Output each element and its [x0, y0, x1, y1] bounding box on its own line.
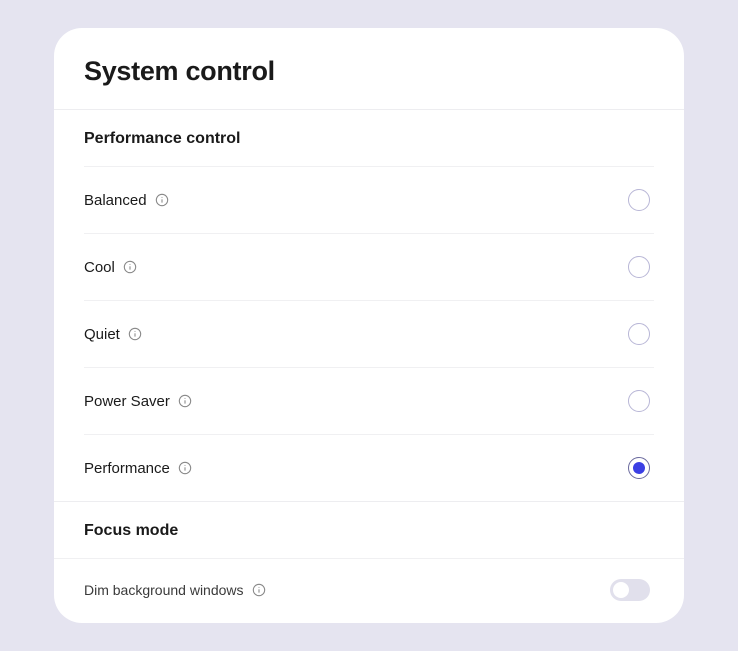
info-icon[interactable] [178, 461, 193, 476]
option-performance[interactable]: Performance [84, 434, 654, 501]
option-label: Quiet [84, 326, 120, 343]
option-power-saver[interactable]: Power Saver [84, 367, 654, 434]
radio-cool[interactable] [628, 256, 650, 278]
info-icon[interactable] [155, 193, 170, 208]
option-quiet[interactable]: Quiet [84, 300, 654, 367]
radio-balanced[interactable] [628, 189, 650, 211]
panel-header: System control [54, 28, 684, 110]
performance-section-title: Performance control [84, 130, 654, 148]
info-icon[interactable] [252, 583, 267, 598]
dim-background-row: Dim background windows [54, 558, 684, 623]
toggle-knob [613, 582, 629, 598]
option-left: Cool [84, 259, 138, 276]
option-left: Quiet [84, 326, 143, 343]
option-balanced[interactable]: Balanced [84, 166, 654, 233]
dim-background-label: Dim background windows [84, 582, 244, 598]
info-icon[interactable] [123, 260, 138, 275]
info-icon[interactable] [128, 327, 143, 342]
system-control-panel: System control Performance control Balan… [54, 28, 684, 623]
radio-performance[interactable] [628, 457, 650, 479]
panel-title: System control [84, 56, 654, 87]
performance-section-header: Performance control [54, 110, 684, 166]
dim-background-toggle[interactable] [610, 579, 650, 601]
option-label: Performance [84, 460, 170, 477]
radio-power-saver[interactable] [628, 390, 650, 412]
option-label: Power Saver [84, 393, 170, 410]
option-label: Cool [84, 259, 115, 276]
focus-section-header: Focus mode [54, 502, 684, 558]
info-icon[interactable] [178, 394, 193, 409]
option-left: Power Saver [84, 393, 193, 410]
radio-quiet[interactable] [628, 323, 650, 345]
toggle-left: Dim background windows [84, 582, 267, 598]
focus-section-title: Focus mode [84, 522, 654, 540]
option-cool[interactable]: Cool [84, 233, 654, 300]
performance-options: Balanced Cool Quiet [54, 166, 684, 501]
option-label: Balanced [84, 192, 147, 209]
option-left: Performance [84, 460, 193, 477]
option-left: Balanced [84, 192, 170, 209]
